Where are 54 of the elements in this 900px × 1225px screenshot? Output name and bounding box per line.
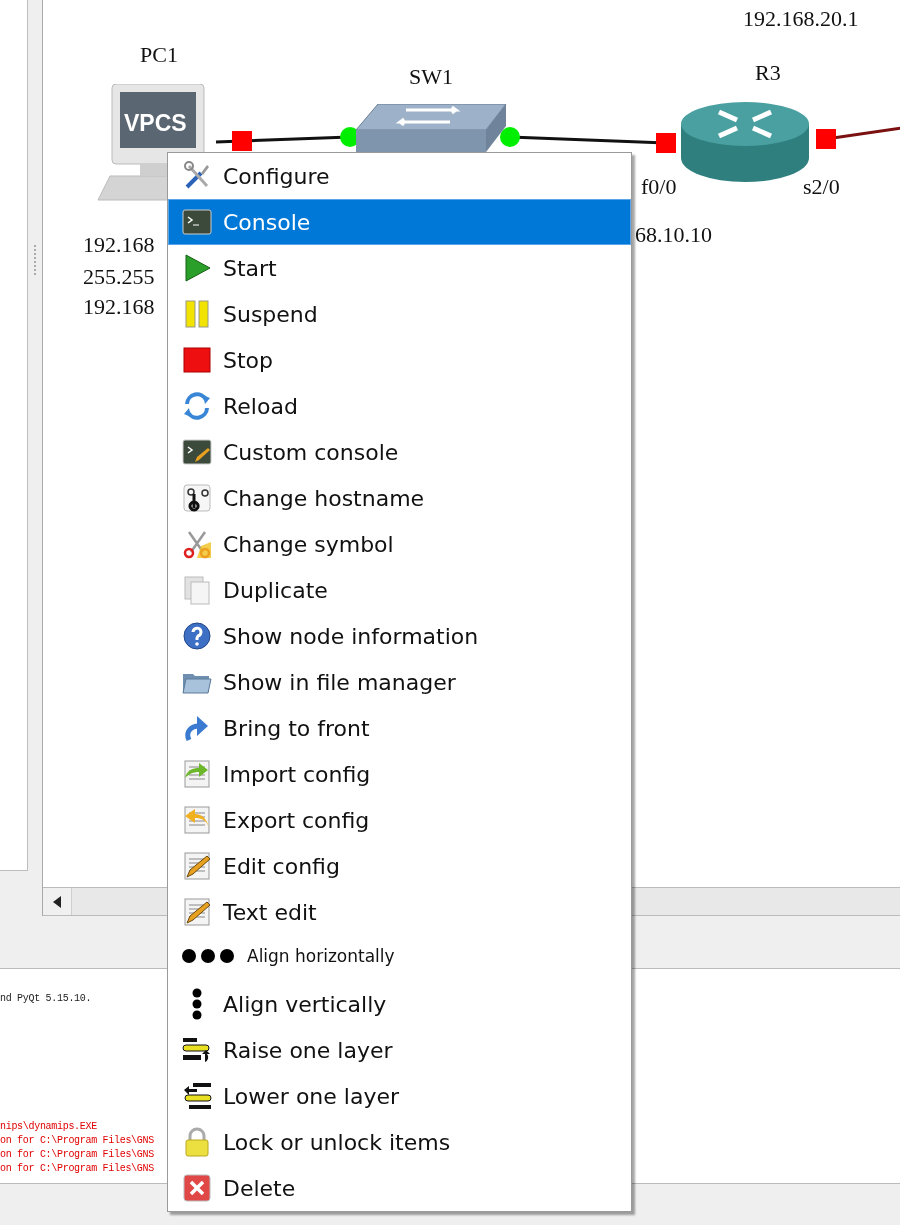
menu-item[interactable]: Bring to front	[168, 705, 631, 751]
menu-item[interactable]: Change symbol	[168, 521, 631, 567]
menu-item[interactable]: Delete	[168, 1165, 631, 1211]
menu-item[interactable]: Align vertically	[168, 981, 631, 1027]
menu-item[interactable]: Export config	[168, 797, 631, 843]
delete-icon	[181, 1172, 213, 1204]
console-line: nd PyQt 5.15.10.	[0, 993, 92, 1004]
menu-item[interactable]: Raise one layer	[168, 1027, 631, 1073]
pencil-document-icon	[181, 850, 213, 882]
menu-item[interactable]: Show in file manager	[168, 659, 631, 705]
info-icon	[181, 620, 213, 652]
console-line: on for C:\Program Files\GNS	[0, 1163, 154, 1174]
menu-item[interactable]: Text edit	[168, 889, 631, 935]
terminal-pencil-icon	[181, 436, 213, 468]
address-label: f0/0	[641, 174, 677, 200]
menu-item[interactable]: Reload	[168, 383, 631, 429]
reload-icon	[181, 390, 213, 422]
menu-item[interactable]: Lock or unlock items	[168, 1119, 631, 1165]
menu-item[interactable]: Show node information	[168, 613, 631, 659]
menu-item[interactable]: Lower one layer	[168, 1073, 631, 1119]
import-icon	[181, 758, 213, 790]
address-label: 255.255	[83, 264, 155, 290]
node-label: SW1	[409, 64, 453, 90]
rename-icon	[181, 482, 213, 514]
address-label: 192.168	[83, 232, 155, 258]
menu-item[interactable]: Stop	[168, 337, 631, 383]
menu-item[interactable]: Custom console	[168, 429, 631, 475]
menu-item[interactable]: Edit config	[168, 843, 631, 889]
splitter-handle[interactable]	[34, 245, 36, 277]
terminal-icon	[181, 206, 213, 238]
menu-item[interactable]: Import config	[168, 751, 631, 797]
menu-item[interactable]: Duplicate	[168, 567, 631, 613]
node-label: PC1	[140, 42, 178, 68]
node-label: R3	[755, 60, 781, 86]
menu-item[interactable]: Change hostname	[168, 475, 631, 521]
console-line: nips\dynamips.EXE	[0, 1121, 97, 1132]
menu-item[interactable]: Suspend	[168, 291, 631, 337]
address-label: s2/0	[803, 174, 840, 200]
stop-icon	[181, 344, 213, 376]
menu-item[interactable]: Start	[168, 245, 631, 291]
screen-label: VPCS	[124, 110, 187, 137]
menu-item[interactable]: Configure	[168, 153, 631, 199]
menu-item[interactable]: Align horizontally	[168, 935, 631, 977]
console-line: on for C:\Program Files\GNS	[0, 1135, 154, 1146]
menu-item[interactable]: Console	[168, 199, 631, 245]
console-line: on for C:\Program Files\GNS	[0, 1149, 154, 1160]
address-label: 192.168	[83, 294, 155, 320]
copy-icon	[181, 574, 213, 606]
layers-icon	[181, 1080, 213, 1112]
export-icon	[181, 804, 213, 836]
pencil-document-icon	[181, 896, 213, 928]
address-label: 68.10.10	[635, 222, 712, 248]
address-label: 192.168.20.1	[743, 6, 859, 32]
scroll-left-icon[interactable]	[53, 895, 61, 908]
